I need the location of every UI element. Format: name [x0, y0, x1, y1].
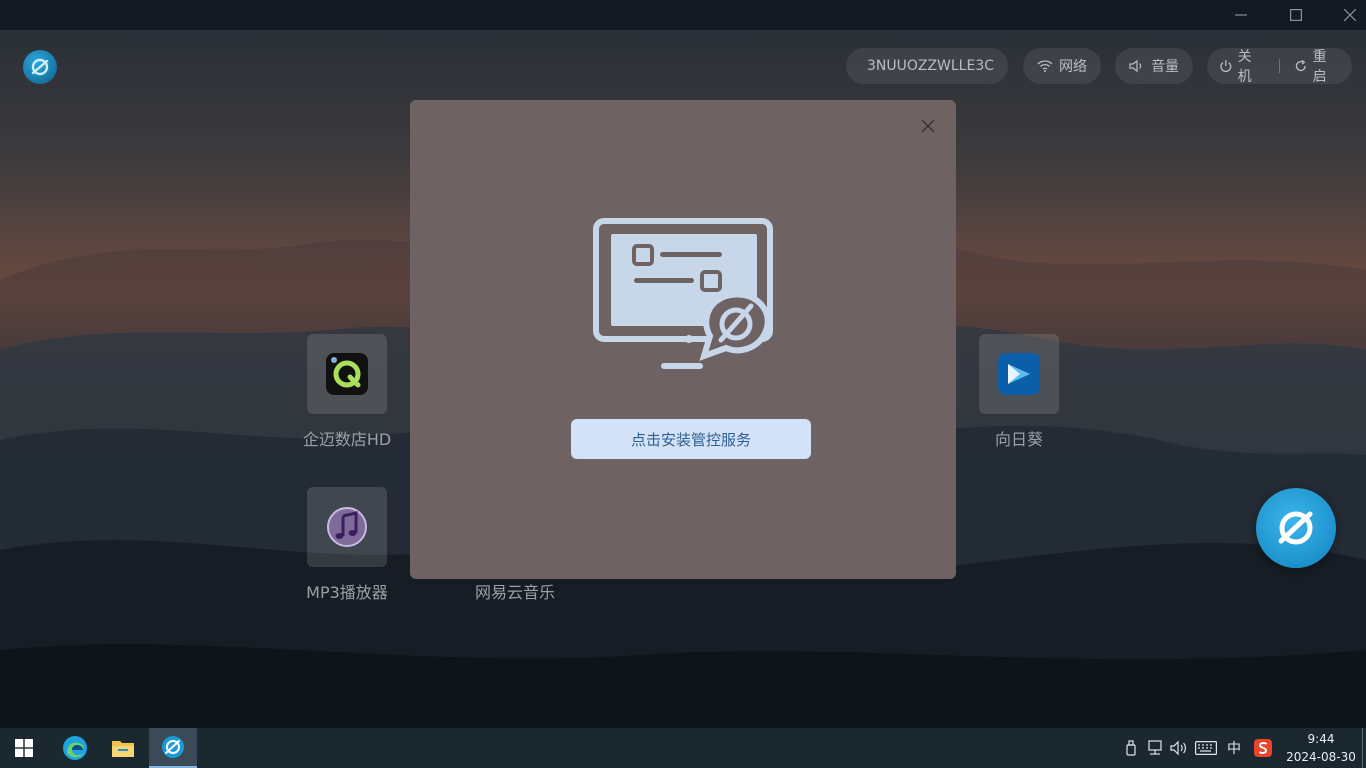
clock-date: 2024-08-30	[1286, 750, 1356, 764]
device-id-pill[interactable]: 3NUUOZZWLLE3C	[846, 48, 1008, 84]
app-label: MP3播放器	[306, 583, 388, 602]
wifi-icon	[1037, 60, 1053, 72]
sunlogin-logo-icon	[31, 58, 49, 76]
shutdown-button[interactable]: 关机	[1219, 46, 1265, 86]
pill-separator	[1279, 59, 1280, 73]
restart-icon	[1295, 59, 1306, 72]
close-button[interactable]	[1323, 0, 1366, 30]
volume-label: 音量	[1151, 59, 1179, 75]
shutdown-label: 关机	[1237, 49, 1252, 85]
keyboard-tray-button[interactable]	[1193, 728, 1219, 768]
app-tile-qimai[interactable]	[307, 334, 387, 414]
volume-pill[interactable]: 音量	[1115, 48, 1193, 84]
taskbar-file-explorer[interactable]	[100, 728, 146, 768]
power-pill: 关机 重启	[1207, 46, 1352, 86]
maximize-button[interactable]	[1269, 0, 1323, 30]
usb-drive-icon	[1126, 740, 1136, 756]
sogou-input-icon	[1254, 739, 1272, 757]
install-dialog: 点击安装管控服务	[410, 100, 956, 579]
clock[interactable]: 9:44 2024-08-30	[1282, 728, 1360, 768]
close-icon[interactable]	[920, 118, 936, 134]
floating-sunlogin-button[interactable]	[1256, 488, 1336, 568]
clock-time: 9:44	[1307, 732, 1335, 746]
network-status-icon	[1148, 740, 1162, 755]
taskbar-edge[interactable]	[52, 728, 98, 768]
install-service-button[interactable]: 点击安装管控服务	[571, 419, 811, 459]
app-label: 向日葵	[994, 430, 1043, 449]
network-tray-button[interactable]	[1143, 728, 1167, 768]
edge-browser-icon	[63, 736, 87, 760]
start-button[interactable]	[0, 728, 48, 768]
app-logo[interactable]	[23, 50, 57, 84]
app-tile-sunflower[interactable]	[979, 334, 1059, 414]
network-label: 网络	[1059, 59, 1087, 75]
app-label: 企迈数店HD	[302, 430, 392, 449]
taskbar: 中 9:44 2024-08-30	[0, 728, 1366, 768]
sunlogin-logo-icon	[1278, 511, 1313, 545]
speaker-icon	[1170, 740, 1186, 756]
desktop: 3NUUOZZWLLE3C 网络 音量 关机 重启 企迈数店HD 向日葵 MP3…	[0, 30, 1366, 728]
usb-tray-button[interactable]	[1120, 728, 1142, 768]
qimai-app-icon	[326, 353, 368, 395]
device-id-text: 3NUUOZZWLLE3C	[866, 58, 994, 74]
sunlogin-logo-icon	[162, 736, 184, 758]
maximize-icon	[1290, 9, 1302, 21]
sogou-ime-button[interactable]	[1250, 728, 1276, 768]
window-titlebar	[0, 0, 1366, 30]
show-desktop-button[interactable]	[1362, 728, 1366, 768]
minimize-button[interactable]	[1214, 0, 1268, 30]
sunflower-app-icon	[998, 353, 1040, 395]
music-note-icon	[327, 507, 367, 547]
minimize-icon	[1235, 14, 1247, 16]
speaker-icon	[1129, 59, 1142, 73]
windows-logo-icon	[15, 739, 33, 757]
restart-label: 重启	[1312, 49, 1327, 85]
close-icon	[1344, 9, 1356, 21]
power-icon	[1220, 60, 1232, 72]
info-icon	[860, 65, 861, 67]
monitor-illustration	[593, 218, 773, 369]
app-label: 网易云音乐	[474, 583, 555, 602]
restart-button[interactable]: 重启	[1294, 46, 1340, 86]
app-tile-mp3[interactable]	[307, 487, 387, 567]
folder-icon	[112, 741, 134, 757]
keyboard-icon	[1195, 741, 1217, 755]
network-pill[interactable]: 网络	[1023, 48, 1101, 84]
volume-tray-button[interactable]	[1168, 728, 1190, 768]
ime-indicator[interactable]: 中	[1222, 728, 1246, 768]
taskbar-sunlogin[interactable]	[149, 728, 197, 768]
